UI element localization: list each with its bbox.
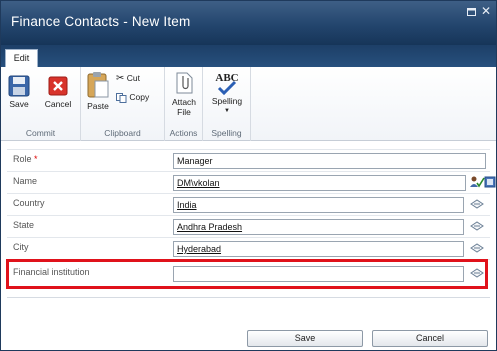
highlight-box (6, 259, 488, 289)
form-separator (7, 297, 490, 298)
attach-file-button[interactable]: Attach File (167, 71, 201, 117)
scissors-icon: ✂ (116, 73, 125, 84)
lookup-browse-icon[interactable] (469, 219, 485, 233)
dialog-title: Finance Contacts - New Item (11, 14, 191, 29)
actions-group: Attach File Actions (165, 67, 203, 141)
cancel-button[interactable]: Cancel (372, 330, 488, 347)
required-marker: * (34, 154, 38, 164)
commit-group-label: Commit (25, 128, 56, 138)
spelling-label: Spelling (211, 96, 243, 106)
close-icon[interactable]: ✕ (481, 4, 491, 18)
name-label: Name (13, 176, 38, 186)
attach-file-icon (176, 72, 193, 94)
ribbon: Save Cancel Commit Paste ✂ Cut Copy Clip… (1, 67, 496, 141)
cancel-label: Cancel (44, 99, 72, 109)
name-people-picker[interactable]: DM\vkolan (173, 175, 466, 191)
tab-edit[interactable]: Edit (5, 49, 38, 67)
form-row-city: City Hyderabad (7, 237, 490, 259)
spelling-group: ABC Spelling ▼ Spelling (203, 67, 251, 141)
attach-file-label: Attach File (171, 97, 197, 117)
save-button[interactable]: Save (247, 330, 363, 347)
clipboard-group-label: Clipboard (104, 128, 141, 138)
spelling-dropdown-arrow-icon[interactable]: ▼ (207, 106, 247, 116)
commit-group: Save Cancel Commit (1, 67, 81, 141)
state-lookup-input[interactable]: Andhra Pradesh (173, 219, 464, 235)
copy-icon (116, 92, 127, 103)
paste-button[interactable]: Paste (85, 71, 111, 111)
cancel-icon (48, 76, 68, 96)
clipboard-group: Paste ✂ Cut Copy Clipboard (81, 67, 165, 141)
spelling-button[interactable]: ABC Spelling ▼ (207, 72, 247, 116)
state-label: State (13, 220, 35, 230)
save-label: Save (9, 99, 29, 109)
cancel-ribbon-button[interactable]: Cancel (43, 75, 73, 109)
form-row-role: Role * Manager (7, 149, 490, 171)
form-row-state: State Andhra Pradesh (7, 215, 490, 237)
cut-label: Cut (126, 73, 140, 83)
role-input[interactable]: Manager (173, 153, 486, 169)
browse-address-book-icon[interactable] (482, 175, 497, 189)
save-ribbon-button[interactable]: Save (7, 75, 31, 109)
paste-icon (87, 72, 109, 98)
city-lookup-input[interactable]: Hyderabad (173, 241, 464, 257)
spelling-icon: ABC (207, 72, 247, 96)
country-label: Country (13, 198, 45, 208)
spelling-group-label: Spelling (211, 128, 242, 138)
lookup-browse-icon[interactable] (469, 241, 485, 255)
form-row-name: Name DM\vkolan (7, 171, 496, 193)
country-lookup-input[interactable]: India (173, 197, 464, 213)
cut-button[interactable]: ✂ Cut (116, 73, 156, 84)
maximize-icon[interactable] (467, 7, 476, 19)
lookup-browse-icon[interactable] (469, 197, 485, 211)
new-item-dialog: Finance Contacts - New Item ✕ Edit Save (0, 0, 497, 351)
copy-label: Copy (129, 92, 150, 102)
actions-group-label: Actions (169, 128, 198, 138)
paste-label: Paste (87, 101, 109, 111)
form-row-country: Country India (7, 193, 490, 215)
ribbon-tab-strip: Edit (1, 45, 496, 67)
save-icon (8, 75, 30, 97)
role-label: Role * (13, 154, 38, 164)
city-label: City (13, 242, 29, 252)
dialog-title-bar[interactable]: Finance Contacts - New Item ✕ (1, 1, 496, 45)
copy-button[interactable]: Copy (116, 92, 160, 103)
